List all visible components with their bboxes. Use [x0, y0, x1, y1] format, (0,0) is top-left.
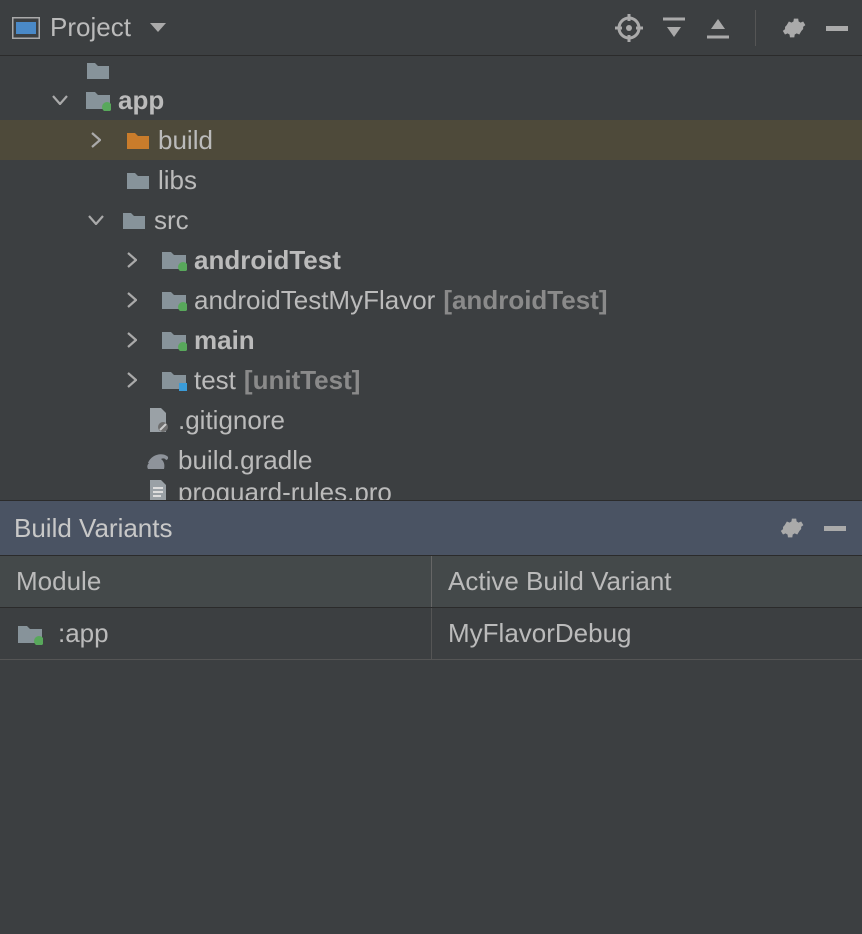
tree-row-androidtest[interactable]: androidTest: [0, 240, 862, 280]
tree-row-src[interactable]: src: [0, 200, 862, 240]
file-icon: [144, 480, 172, 500]
build-variants-body: [0, 660, 862, 934]
chevron-right-icon[interactable]: [84, 128, 108, 152]
minimize-icon[interactable]: [824, 15, 850, 41]
module-folder-icon: [16, 623, 44, 645]
col-variant-header: Active Build Variant: [432, 556, 862, 607]
minimize-icon[interactable]: [822, 515, 848, 541]
folder-icon: [120, 210, 148, 230]
tree-row-test[interactable]: test [unitTest]: [0, 360, 862, 400]
module-folder-icon: [160, 249, 188, 271]
chevron-right-icon[interactable]: [120, 288, 144, 312]
tree-node-label: androidTestMyFlavor: [194, 285, 435, 316]
arrow-placeholder: [120, 480, 144, 500]
project-tree[interactable]: app build libs src: [0, 56, 862, 500]
module-folder-icon: [84, 89, 112, 111]
cell-variant-text: MyFlavorDebug: [448, 618, 632, 649]
chevron-right-icon[interactable]: [120, 248, 144, 272]
tree-row-gitignore[interactable]: .gitignore: [0, 400, 862, 440]
folder-icon: [124, 130, 152, 150]
module-folder-icon: [160, 289, 188, 311]
tree-node-label: main: [194, 325, 255, 356]
view-mode-dropdown-icon[interactable]: [149, 22, 167, 34]
tree-row-build[interactable]: build: [0, 120, 862, 160]
build-variants-columns: Module Active Build Variant: [0, 556, 862, 608]
gear-icon[interactable]: [778, 515, 804, 541]
build-variants-header: Build Variants: [0, 500, 862, 556]
tree-row-main[interactable]: main: [0, 320, 862, 360]
tree-row-androidtestmyflavor[interactable]: androidTestMyFlavor [androidTest]: [0, 280, 862, 320]
toolbar-divider: [755, 10, 756, 46]
tree-node-label: app: [118, 85, 164, 116]
folder-icon: [124, 170, 152, 190]
folder-icon: [84, 60, 112, 80]
chevron-right-icon[interactable]: [120, 328, 144, 352]
cell-variant[interactable]: MyFlavorDebug: [432, 608, 862, 659]
test-folder-icon: [160, 369, 188, 391]
gear-icon[interactable]: [780, 15, 806, 41]
expand-all-icon[interactable]: [661, 15, 687, 41]
tree-node-label: build: [158, 125, 213, 156]
tree-node-label: build.gradle: [178, 445, 312, 476]
collapse-all-icon[interactable]: [705, 15, 731, 41]
arrow-placeholder: [84, 168, 108, 192]
project-toolbar-title: Project: [50, 12, 131, 43]
arrow-placeholder: [120, 448, 144, 472]
tree-node-label: src: [154, 205, 189, 236]
col-module-header: Module: [0, 556, 432, 607]
tree-node-label: proguard-rules.pro: [178, 480, 392, 500]
tree-node-label: test: [194, 365, 236, 396]
tree-row-libs[interactable]: libs: [0, 160, 862, 200]
tree-node-hint: [unitTest]: [244, 365, 361, 396]
tree-row-app[interactable]: app: [0, 80, 862, 120]
arrow-placeholder: [120, 408, 144, 432]
tree-node-hint: [androidTest]: [443, 285, 607, 316]
project-pane-icon: [12, 17, 40, 39]
tree-row-partial[interactable]: [0, 60, 862, 80]
gradle-icon: [144, 449, 172, 471]
module-folder-icon: [160, 329, 188, 351]
project-toolbar: Project: [0, 0, 862, 56]
chevron-right-icon[interactable]: [120, 368, 144, 392]
tree-row-proguard[interactable]: proguard-rules.pro: [0, 480, 862, 500]
chevron-down-icon[interactable]: [48, 88, 72, 112]
chevron-down-icon[interactable]: [84, 208, 108, 232]
tree-node-label: androidTest: [194, 245, 341, 276]
tree-node-label: libs: [158, 165, 197, 196]
file-icon: [144, 407, 172, 433]
target-icon[interactable]: [615, 14, 643, 42]
tree-row-build-gradle[interactable]: build.gradle: [0, 440, 862, 480]
build-variants-row[interactable]: :app MyFlavorDebug: [0, 608, 862, 660]
cell-module[interactable]: :app: [0, 608, 432, 659]
cell-module-text: :app: [58, 618, 109, 649]
build-variants-title: Build Variants: [14, 513, 778, 544]
tree-node-label: .gitignore: [178, 405, 285, 436]
